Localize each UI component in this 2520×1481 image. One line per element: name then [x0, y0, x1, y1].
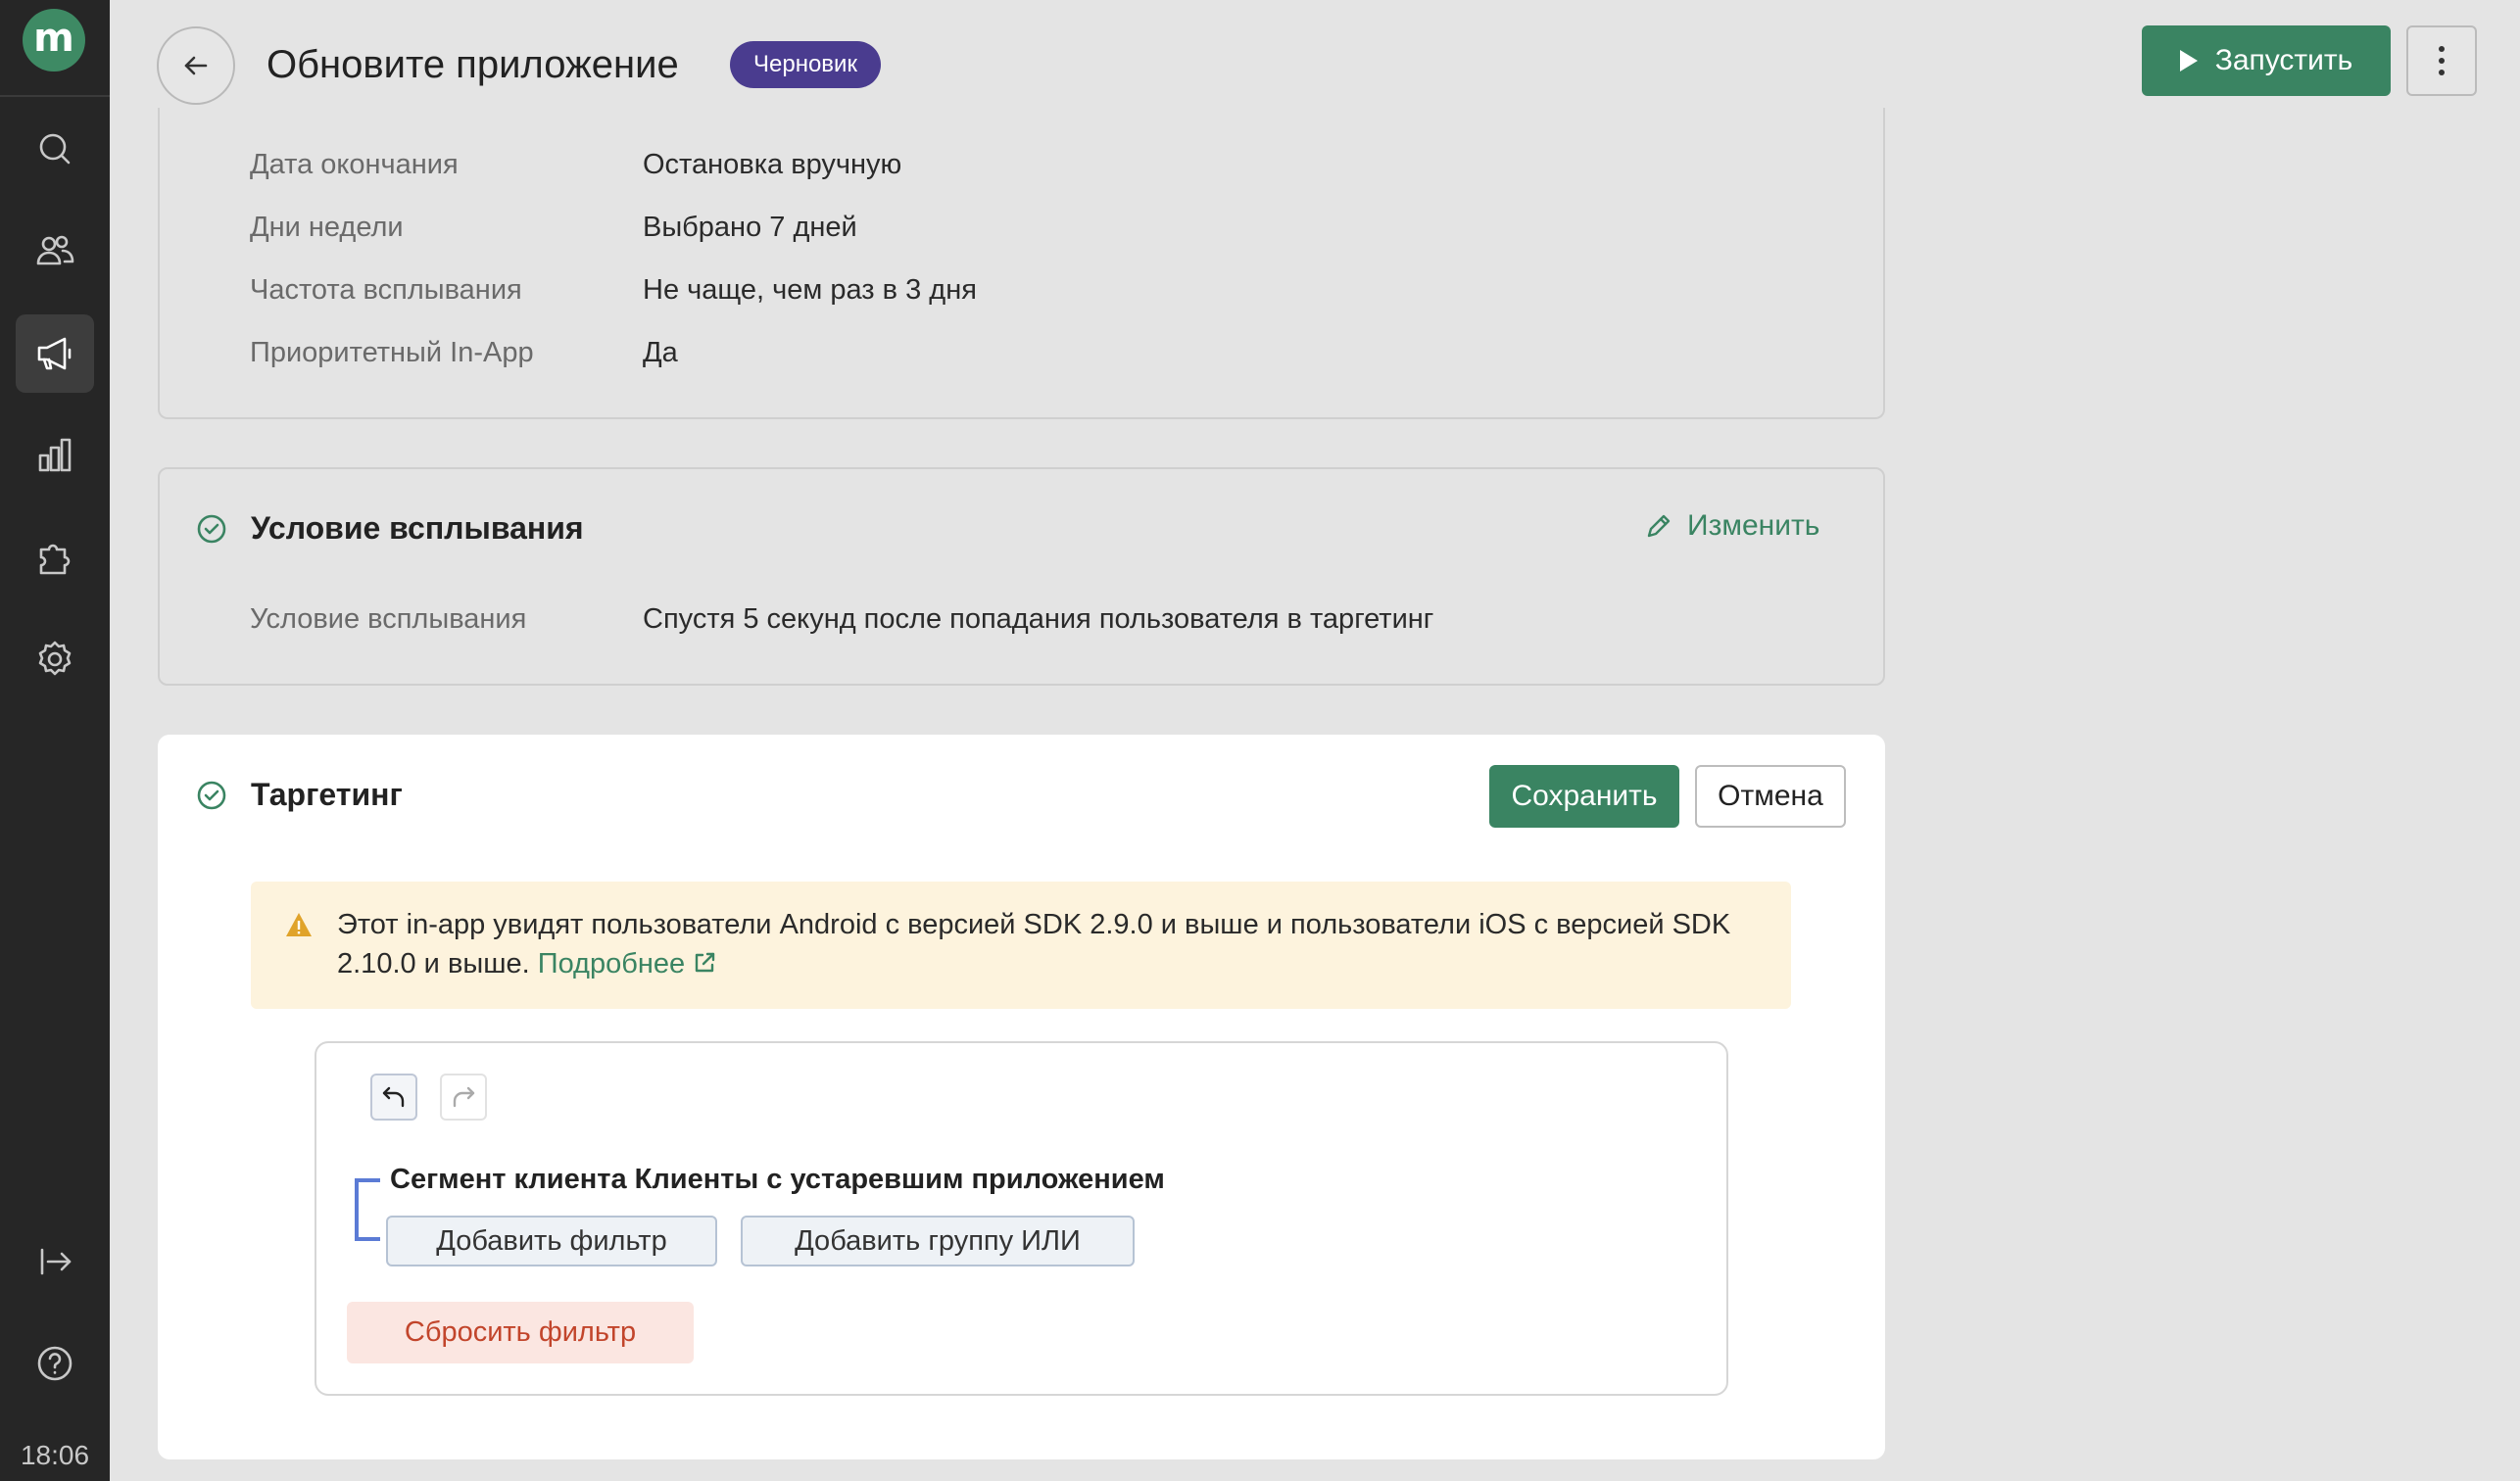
save-button[interactable]: Сохранить: [1489, 765, 1679, 828]
check-circle-icon: [196, 780, 227, 811]
sidebar: m 18:06: [0, 0, 110, 1481]
search-icon: [39, 133, 71, 165]
cancel-button[interactable]: Отмена: [1695, 765, 1846, 828]
schedule-row-value: Не чаще, чем раз в 3 дня: [643, 274, 977, 306]
reset-filter-button[interactable]: Сбросить фильтр: [347, 1302, 694, 1363]
external-link-icon: [695, 952, 715, 973]
more-info-link[interactable]: Подробнее: [538, 948, 718, 979]
schedule-row-value: Выбрано 7 дней: [643, 212, 857, 243]
status-badge: Черновик: [730, 41, 881, 88]
schedule-row-value: Да: [643, 337, 678, 368]
schedule-row-label: Дата окончания: [250, 149, 459, 180]
undo-button[interactable]: [370, 1074, 417, 1121]
sidebar-item-campaigns[interactable]: [16, 314, 94, 393]
trigger-row-value: Спустя 5 секунд после попадания пользова…: [643, 603, 1434, 635]
sdk-warning-text: Этот in-app увидят пользователи Android …: [337, 905, 1768, 983]
segment-condition: Сегмент клиента Клиенты с устаревшим при…: [390, 1164, 1165, 1195]
warning-icon: [286, 913, 312, 936]
group-bracket: [355, 1178, 380, 1241]
logout-icon: [40, 1248, 72, 1275]
sidebar-item-help[interactable]: [16, 1324, 94, 1403]
bar-chart-icon: [38, 438, 72, 472]
pencil-icon: [1647, 514, 1671, 538]
play-icon: [2179, 50, 2198, 72]
page-title: Обновите приложение: [267, 43, 679, 86]
megaphone-icon: [37, 337, 72, 370]
kebab-menu-icon: [2439, 46, 2445, 52]
sidebar-item-logout[interactable]: [16, 1222, 94, 1301]
redo-button[interactable]: [440, 1074, 487, 1121]
app-logo[interactable]: m: [23, 9, 85, 72]
run-button[interactable]: Запустить: [2142, 25, 2391, 96]
sidebar-item-settings[interactable]: [16, 620, 94, 698]
help-icon: [37, 1346, 73, 1381]
clock: 18:06: [20, 1440, 90, 1470]
edit-trigger-button[interactable]: Изменить: [1644, 509, 1819, 543]
sidebar-item-users[interactable]: [16, 212, 94, 290]
gear-icon: [38, 641, 72, 676]
schedule-row-value: Остановка вручную: [643, 149, 902, 180]
add-filter-button[interactable]: Добавить фильтр: [386, 1216, 717, 1266]
run-button-label: Запустить: [2214, 44, 2353, 76]
puzzle-icon: [39, 544, 71, 575]
sidebar-item-analytics[interactable]: [16, 416, 94, 495]
undo-icon: [382, 1086, 405, 1108]
targeting-card-title: Таргетинг: [251, 777, 403, 812]
schedule-row-label: Частота всплывания: [250, 274, 522, 306]
more-info-label: Подробнее: [537, 948, 686, 979]
redo-icon: [453, 1086, 475, 1108]
add-or-group-button[interactable]: Добавить группу ИЛИ: [741, 1216, 1135, 1266]
arrow-left-icon: [184, 56, 208, 75]
trigger-card: [158, 467, 1885, 686]
sidebar-divider: [0, 95, 110, 97]
schedule-row-label: Дни недели: [250, 212, 404, 243]
trigger-row-label: Условие всплывания: [250, 603, 527, 635]
schedule-row-label: Приоритетный In-App: [250, 337, 534, 368]
sidebar-item-integrations[interactable]: [16, 518, 94, 597]
trigger-card-title: Условие всплывания: [251, 510, 584, 546]
more-menu-button[interactable]: [2406, 25, 2477, 96]
back-button[interactable]: [157, 26, 235, 105]
sidebar-item-search[interactable]: [16, 110, 94, 188]
edit-label: Изменить: [1687, 509, 1820, 542]
check-circle-icon: [196, 513, 227, 545]
users-icon: [36, 235, 74, 265]
